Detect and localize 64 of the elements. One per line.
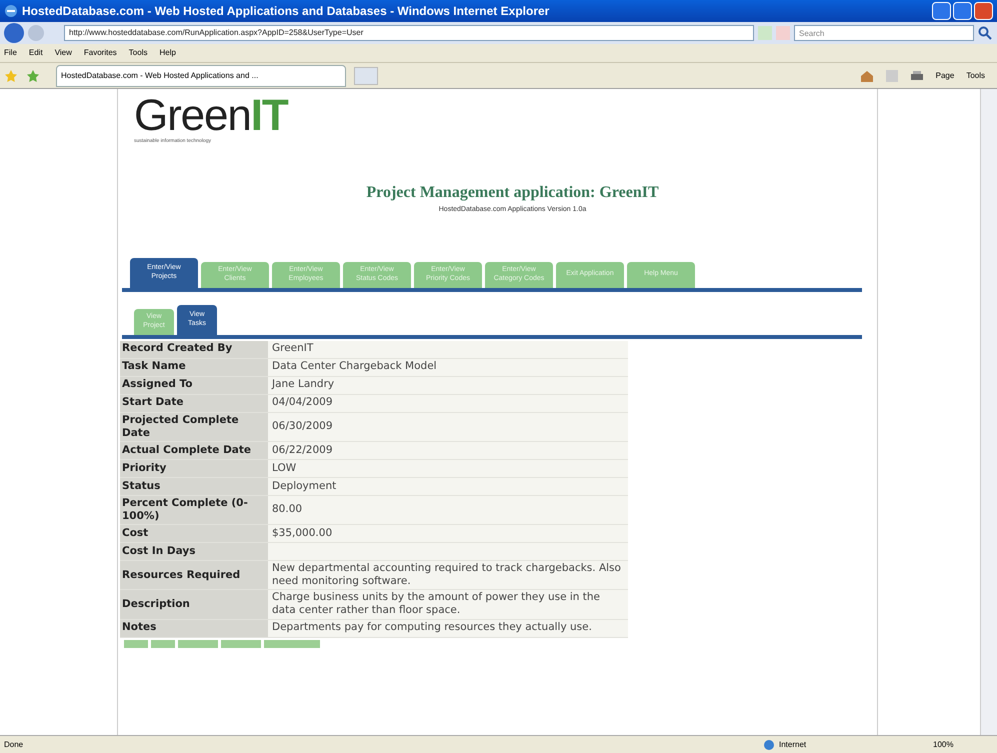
zone-label: Internet: [779, 738, 806, 750]
close-button[interactable]: [974, 2, 993, 20]
field-label: Notes: [120, 620, 268, 636]
page-heading: Project Management application: GreenIT: [366, 183, 659, 203]
footer-button[interactable]: [264, 640, 320, 648]
field-value: GreenIT: [271, 341, 314, 356]
field-value: 04/04/2009: [271, 395, 334, 410]
new-tab-button[interactable]: [354, 66, 378, 84]
field-label: Description: [120, 590, 268, 618]
field-label: Cost: [120, 525, 268, 542]
footer-button[interactable]: [124, 640, 148, 648]
field-label: Percent Complete (0-100%): [120, 496, 268, 524]
menu-item[interactable]: View: [54, 47, 72, 59]
field-label: Cost In Days: [120, 543, 268, 560]
menu-item[interactable]: Edit: [28, 47, 43, 59]
stop-button[interactable]: [776, 26, 790, 40]
command-menu[interactable]: Tools: [966, 70, 985, 82]
menu-item[interactable]: Help: [159, 47, 176, 59]
printer-icon[interactable]: [910, 70, 924, 82]
field-label: Resources Required: [120, 561, 268, 590]
footer-button[interactable]: [221, 640, 261, 648]
field-label: Status: [120, 478, 268, 495]
zoom-level[interactable]: 100%: [933, 738, 993, 750]
status-text: Done: [4, 738, 24, 750]
field-value: LOW: [271, 460, 298, 476]
address-field[interactable]: http://www.hosteddatabase.com/RunApplication.aspx?AppID=258&UserType=User: [64, 25, 754, 41]
field-label: Assigned To: [120, 376, 268, 394]
back-button[interactable]: [4, 23, 24, 43]
menu-item[interactable]: Favorites: [84, 47, 117, 59]
field-label: Task Name: [120, 358, 268, 376]
field-value: 80.00: [271, 502, 304, 518]
search-field[interactable]: Search: [794, 25, 974, 41]
window-title: HostedDatabase.com - Web Hosted Applications and Databases - Windows Internet Explorer: [22, 3, 550, 20]
field-label: Actual Complete Date: [120, 442, 268, 459]
minimize-button[interactable]: [932, 2, 951, 20]
field-label: Priority: [120, 460, 268, 477]
field-value: $35,000.00: [271, 526, 334, 541]
field-label: Projected Complete Date: [120, 412, 268, 441]
globe-icon: [763, 738, 775, 750]
menu-item[interactable]: Tools: [128, 47, 148, 59]
forward-button[interactable]: [28, 25, 44, 41]
footer-button[interactable]: [178, 640, 218, 648]
command-menu[interactable]: Page: [936, 70, 954, 82]
menu-item[interactable]: File: [4, 47, 17, 59]
browser-tab[interactable]: HostedDatabase.com - Web Hosted Applications and ...: [56, 64, 346, 86]
refresh-button[interactable]: [758, 26, 772, 40]
home-icon[interactable]: [860, 70, 874, 82]
field-value: Data Center Chargeback Model: [271, 359, 438, 374]
logo: GreenIT: [134, 94, 290, 138]
field-value: Charge business units by the amount of power they use in the data center rather than floor space.: [271, 590, 602, 618]
footer-button[interactable]: [151, 640, 175, 648]
browser-icon: [4, 4, 18, 18]
field-value: 06/22/2009: [271, 442, 334, 458]
field-value: Jane Landry: [270, 377, 336, 392]
search-icon[interactable]: [978, 26, 992, 40]
field-value: Deployment: [271, 478, 338, 494]
maximize-button[interactable]: [953, 2, 972, 20]
field-label: Start Date: [120, 394, 268, 412]
field-label: Record Created By: [120, 340, 268, 358]
field-value: 06/30/2009: [271, 419, 334, 434]
star-icon[interactable]: [4, 68, 18, 82]
field-value: Departments pay for computing resources they actually use.: [271, 620, 593, 636]
star-icon[interactable]: [26, 68, 40, 82]
field-value: New departmental accounting required to track chargebacks. Also need monitoring software.: [271, 561, 622, 590]
